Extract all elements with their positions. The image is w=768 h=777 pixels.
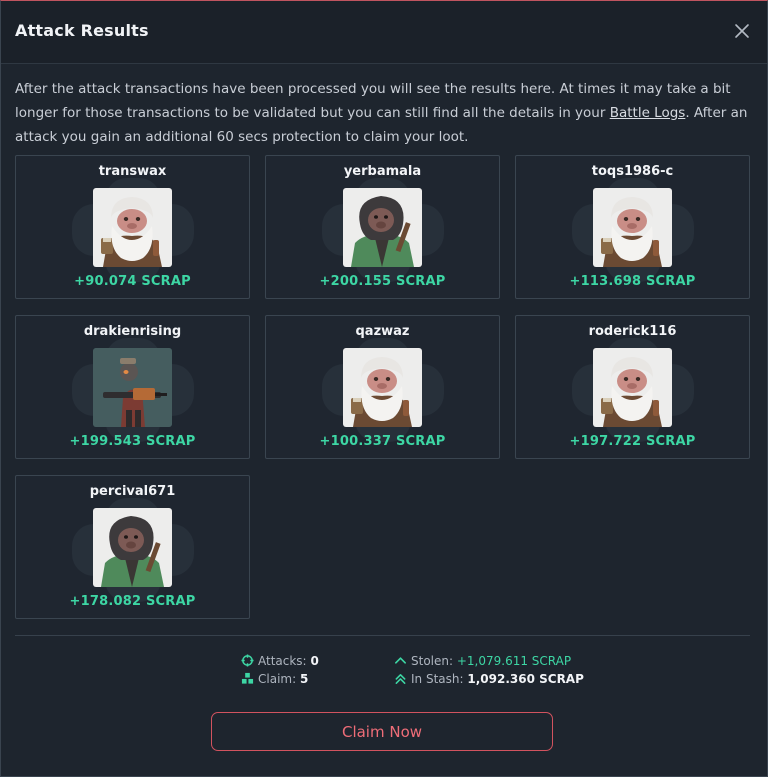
white-monkey-avatar (593, 348, 672, 427)
player-name: qazwaz (355, 324, 410, 339)
result-card: qazwaz +100.337 SCRAP (265, 315, 500, 459)
attacks-value: 0 (310, 654, 319, 668)
result-card: drakienrising +199.543 SCRAP (15, 315, 250, 459)
chevron-up-icon (395, 657, 406, 664)
stolen-value: +1,079.611 SCRAP (456, 654, 572, 668)
modal-header: Attack Results (1, 1, 767, 64)
player-name: toqs1986-c (591, 164, 674, 179)
scrap-amount: +199.543 SCRAP (69, 434, 196, 449)
stash-value: 1,092.360 SCRAP (467, 672, 584, 686)
scrap-amount: +197.722 SCRAP (569, 434, 696, 449)
result-card: yerbamala +200.155 SCRAP (265, 155, 500, 299)
player-name: percival671 (89, 484, 176, 499)
dark-monkey-avatar (343, 188, 422, 267)
attack-results-modal: Attack Results After the attack transact… (0, 0, 768, 777)
result-card: transwax +90.074 SCRAP (15, 155, 250, 299)
stolen-stat: Stolen: +1,079.611 SCRAP (394, 654, 571, 668)
scrap-amount: +178.082 SCRAP (69, 594, 196, 609)
scrap-amount: +113.698 SCRAP (569, 274, 696, 289)
result-card: roderick116 +197.722 SCRAP (515, 315, 750, 459)
intro-text: After the attack transactions have been … (15, 77, 751, 149)
claim-now-button[interactable]: Claim Now (211, 712, 553, 751)
summary-divider (15, 635, 750, 636)
result-card: toqs1986-c +113.698 SCRAP (515, 155, 750, 299)
scrap-amount: +200.155 SCRAP (319, 274, 446, 289)
crosshair-icon (241, 654, 254, 667)
player-name: roderick116 (588, 324, 677, 339)
claim-value: 5 (299, 672, 309, 686)
close-button[interactable] (733, 22, 751, 40)
attacks-stat: Attacks: 0 (241, 654, 319, 668)
attacks-label: Attacks: (258, 654, 307, 668)
white-monkey-avatar (593, 188, 672, 267)
player-name: yerbamala (343, 164, 422, 179)
gunner-robot-avatar (93, 348, 172, 427)
claim-stat: Claim: 5 (241, 672, 308, 686)
boxes-icon (241, 672, 254, 684)
stash-label: In Stash: (411, 672, 464, 686)
player-name: drakienrising (83, 324, 182, 339)
scrap-amount: +90.074 SCRAP (74, 274, 191, 289)
white-monkey-avatar (93, 188, 172, 267)
player-name: transwax (98, 164, 167, 179)
modal-title: Attack Results (15, 21, 149, 40)
battle-logs-link[interactable]: Battle Logs (610, 105, 686, 121)
dark-monkey-avatar (93, 508, 172, 587)
result-card: percival671 +178.082 SCRAP (15, 475, 250, 619)
double-chevron-up-icon (395, 673, 406, 684)
claim-label: Claim: (258, 672, 297, 686)
white-monkey-avatar (343, 348, 422, 427)
close-icon (735, 24, 749, 38)
stolen-label: Stolen: (411, 654, 454, 668)
stash-stat: In Stash: 1,092.360 SCRAP (394, 672, 584, 686)
scrap-amount: +100.337 SCRAP (319, 434, 446, 449)
